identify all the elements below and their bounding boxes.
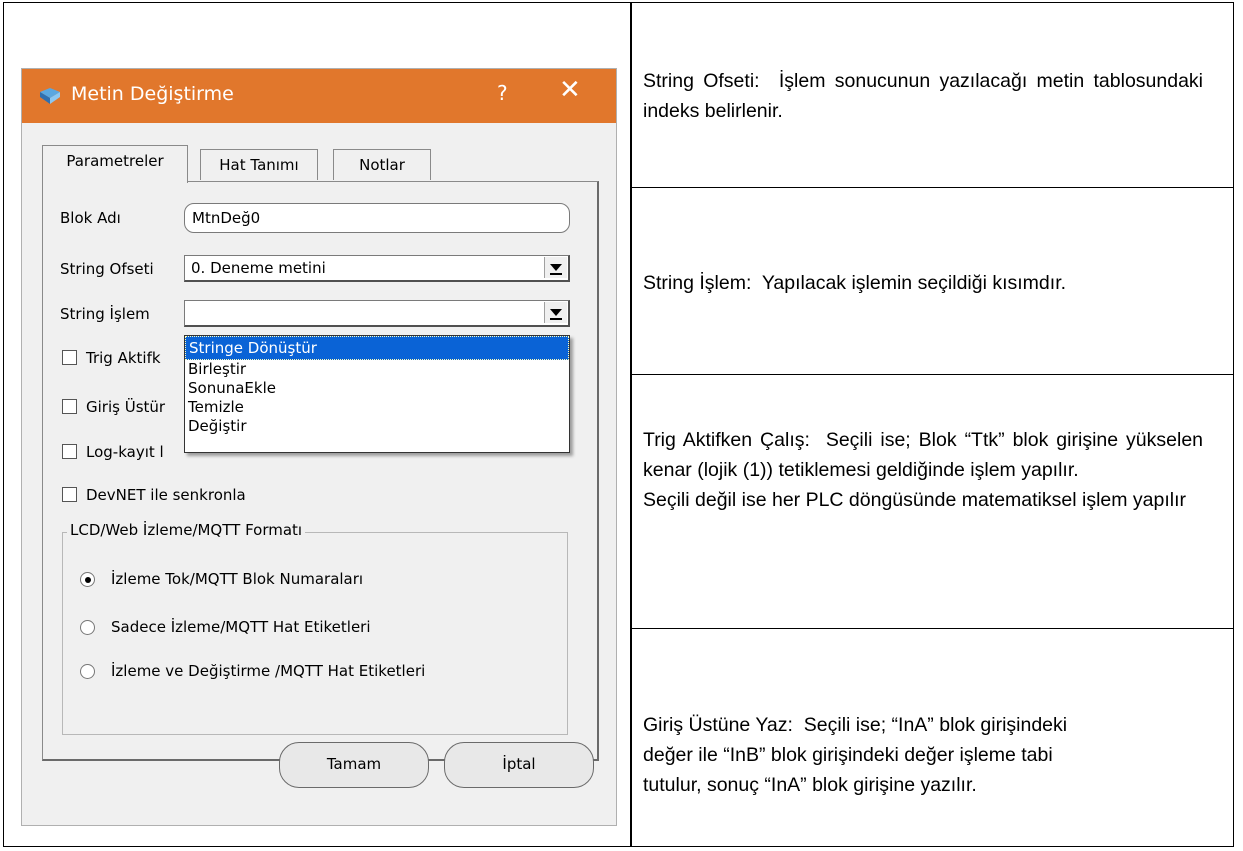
desc-title: Giriş Üstüne Yaz: xyxy=(643,714,793,736)
table-row-divider xyxy=(630,374,1233,375)
table-row-divider xyxy=(630,628,1233,629)
dropdown-option[interactable]: SonunaEkle xyxy=(185,379,569,398)
chevron-down-icon[interactable] xyxy=(544,302,567,323)
chevron-down-icon[interactable] xyxy=(544,257,567,278)
overwrite-checkbox[interactable] xyxy=(62,399,77,414)
string-offset-select[interactable]: 0. Deneme metini xyxy=(184,255,570,282)
desc-text: Yapılacak işlemin seçildiği kısımdır. xyxy=(761,272,1067,294)
tab-parametreler[interactable]: Parametreler xyxy=(42,145,188,183)
desc-overwrite: Giriş Üstüne Yaz: Seçili ise; “InA” blok… xyxy=(643,710,1203,800)
desc-trig: Trig Aktifken Çalış: Seçili ise; Blok “T… xyxy=(643,425,1203,515)
cancel-button[interactable]: İptal xyxy=(444,742,594,788)
log-checkbox-label: Log-kayıt l xyxy=(86,443,164,461)
dropdown-option[interactable]: Stringe Dönüştür xyxy=(185,336,569,360)
table-column-divider xyxy=(630,3,632,846)
string-op-select[interactable] xyxy=(184,300,570,327)
overwrite-checkbox-label: Giriş Üstür xyxy=(86,398,166,416)
string-op-dropdown-list[interactable]: Stringe Dönüştür Birleştir SonunaEkle Te… xyxy=(184,335,570,453)
desc-title: String Ofseti: xyxy=(643,70,760,92)
desc-text: değer ile “InB” blok girişindeki değer i… xyxy=(643,744,1053,766)
tab-label: Notlar xyxy=(359,156,405,174)
table-row-divider xyxy=(630,187,1233,188)
radio-label: İzleme Tok/MQTT Blok Numaraları xyxy=(111,570,364,588)
devnet-checkbox[interactable] xyxy=(62,487,77,502)
trig-checkbox[interactable] xyxy=(62,350,77,365)
devnet-checkbox-label: DevNET ile senkronla xyxy=(86,486,246,504)
desc-string-offset: String Ofseti: İşlem sonucunun yazılacağ… xyxy=(643,66,1203,126)
dialog-title: Metin Değiştirme xyxy=(71,83,234,105)
desc-text: Seçili ise; “InA” blok girişindeki xyxy=(803,714,1068,736)
close-button[interactable]: ✕ xyxy=(559,77,581,103)
tab-notlar[interactable]: Notlar xyxy=(333,149,431,180)
dropdown-option[interactable]: Birleştir xyxy=(185,360,569,379)
dropdown-option[interactable]: Temizle xyxy=(185,398,569,417)
log-checkbox[interactable] xyxy=(62,444,77,459)
block-name-input[interactable]: MtnDeğ0 xyxy=(184,203,570,233)
ok-button[interactable]: Tamam xyxy=(279,742,429,788)
tab-label: Parametreler xyxy=(66,152,164,170)
desc-string-op: String İşlem: Yapılacak işlemin seçildiğ… xyxy=(643,268,1203,298)
help-button[interactable]: ? xyxy=(497,81,508,105)
radio-monitor-change[interactable] xyxy=(80,664,95,679)
tab-label: Hat Tanımı xyxy=(219,156,299,174)
radio-block-numbers[interactable] xyxy=(80,572,95,587)
metin-degistirme-dialog: Metin Değiştirme ? ✕ Parametreler Hat Ta… xyxy=(21,68,617,826)
format-group-label: LCD/Web İzleme/MQTT Formatı xyxy=(67,521,306,539)
desc-text: Seçili değil ise her PLC döngüsünde mate… xyxy=(643,489,1187,511)
dropdown-option[interactable]: Değiştir xyxy=(185,417,569,436)
block-name-label: Blok Adı xyxy=(60,209,121,227)
desc-title: String İşlem: xyxy=(643,272,752,294)
radio-line-labels[interactable] xyxy=(80,620,95,635)
radio-label: İzleme ve Değiştirme /MQTT Hat Etiketler… xyxy=(111,662,426,680)
trig-checkbox-label: Trig Aktifk xyxy=(86,349,161,367)
string-offset-value: 0. Deneme metini xyxy=(191,259,326,277)
radio-label: Sadece İzleme/MQTT Hat Etiketleri xyxy=(111,618,371,636)
string-op-label: String İşlem xyxy=(60,305,150,323)
title-bar[interactable]: Metin Değiştirme ? ✕ xyxy=(22,69,616,123)
desc-title: Trig Aktifken Çalış: xyxy=(643,429,810,451)
string-offset-label: String Ofseti xyxy=(60,260,154,278)
app-icon xyxy=(40,88,60,104)
tab-hat-tanimi[interactable]: Hat Tanımı xyxy=(200,149,318,180)
desc-text: tutulur, sonuç “InA” blok girişine yazıl… xyxy=(643,774,977,796)
